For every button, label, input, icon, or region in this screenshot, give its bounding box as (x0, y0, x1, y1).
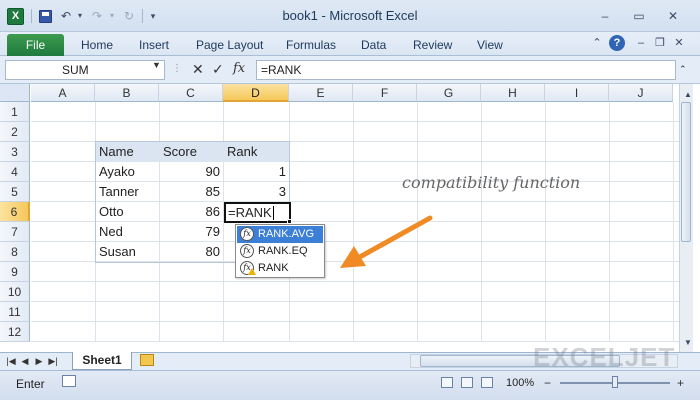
gridline (31, 301, 690, 302)
zoom-out-icon[interactable]: − (544, 376, 551, 390)
zoom-slider-thumb[interactable] (612, 376, 618, 388)
workbook-close-icon[interactable]: ✕ (672, 36, 686, 50)
gridline (31, 281, 690, 282)
column-header-e[interactable]: E (289, 84, 353, 102)
tab-view[interactable]: View (477, 38, 503, 52)
sheet-tab-sheet1[interactable]: Sheet1 (72, 352, 132, 370)
status-mode: Enter (16, 377, 45, 391)
autocomplete-label: RANK.AVG (258, 228, 315, 240)
close-icon[interactable]: ✕ (664, 8, 682, 24)
row-header-6[interactable]: 6 (0, 202, 30, 222)
row-header-1[interactable]: 1 (0, 102, 30, 122)
active-cell[interactable]: =RANK (224, 202, 291, 223)
function-icon: fx (240, 244, 254, 258)
zoom-level[interactable]: 100% (506, 377, 534, 389)
tab-data[interactable]: Data (361, 38, 386, 52)
cancel-icon[interactable]: ✕ (192, 60, 204, 78)
column-header-j[interactable]: J (609, 84, 673, 102)
tab-review[interactable]: Review (413, 38, 452, 52)
watermark-logo: EXCELJET (533, 342, 676, 372)
enter-check-icon[interactable]: ✓ (212, 60, 224, 78)
row-header-7[interactable]: 7 (0, 222, 30, 242)
column-header-g[interactable]: G (417, 84, 481, 102)
gridline (31, 321, 690, 322)
row-header-8[interactable]: 8 (0, 242, 30, 262)
formula-input[interactable]: =RANK (256, 60, 676, 80)
minimize-icon[interactable]: – (596, 8, 614, 24)
row-header-11[interactable]: 11 (0, 302, 30, 322)
last-sheet-icon[interactable]: ▶| (48, 354, 58, 368)
autocomplete-label: RANK (258, 262, 289, 274)
zoom-in-icon[interactable]: + (677, 376, 684, 390)
column-header-c[interactable]: C (159, 84, 223, 102)
insert-function-icon[interactable]: fx (233, 60, 245, 78)
vertical-scroll-thumb[interactable] (681, 102, 691, 242)
scroll-down-icon[interactable]: ▼ (681, 336, 695, 350)
annotation-arrow-icon (340, 215, 433, 268)
row-header-9[interactable]: 9 (0, 262, 30, 282)
gridline (545, 102, 546, 342)
tab-page-layout[interactable]: Page Layout (196, 38, 263, 52)
tab-insert[interactable]: Insert (139, 38, 169, 52)
first-sheet-icon[interactable]: |◀ (6, 354, 16, 368)
autocomplete-item-rank[interactable]: fx RANK (237, 260, 323, 277)
row-header-10[interactable]: 10 (0, 282, 30, 302)
insert-worksheet-icon[interactable] (140, 354, 154, 366)
tab-formulas[interactable]: Formulas (286, 38, 336, 52)
select-all-corner[interactable] (0, 84, 30, 102)
scroll-up-icon[interactable]: ▲ (681, 88, 695, 102)
cell-edit-text[interactable]: =RANK (226, 203, 275, 223)
window-title: book1 - Microsoft Excel (282, 8, 418, 23)
expand-formula-bar-icon[interactable]: ⌃ (679, 60, 687, 78)
autocomplete-label: RANK.EQ (258, 245, 308, 257)
workbook-restore-icon[interactable]: ❐ (653, 36, 667, 50)
row-header-2[interactable]: 2 (0, 122, 30, 142)
next-sheet-icon[interactable]: ▶ (34, 354, 44, 368)
workbook-minimize-icon[interactable]: – (634, 36, 648, 50)
column-header-a[interactable]: A (31, 84, 95, 102)
row-header-12[interactable]: 12 (0, 322, 30, 342)
row-header-5[interactable]: 5 (0, 182, 30, 202)
previous-sheet-icon[interactable]: ◀ (20, 354, 30, 368)
column-header-i[interactable]: I (545, 84, 609, 102)
minimize-ribbon-icon[interactable]: ⌃ (590, 36, 604, 50)
tab-file[interactable]: File (7, 34, 64, 56)
name-box[interactable]: SUM (5, 60, 165, 80)
help-icon[interactable]: ? (609, 35, 625, 51)
normal-view-icon[interactable] (441, 377, 453, 388)
name-box-dropdown-icon[interactable]: ▼ (152, 60, 161, 70)
autocomplete-item-rank-eq[interactable]: fx RANK.EQ (237, 243, 323, 260)
row-header-3[interactable]: 3 (0, 142, 30, 162)
gridline (31, 121, 690, 122)
function-icon: fx (240, 227, 254, 241)
row-header-4[interactable]: 4 (0, 162, 30, 182)
macro-record-icon[interactable] (62, 375, 76, 387)
page-break-view-icon[interactable] (481, 377, 493, 388)
compatibility-warning-icon (248, 268, 256, 275)
autocomplete-item-rank-avg[interactable]: fx RANK.AVG (237, 226, 323, 243)
annotation-text: compatibility function (402, 173, 581, 192)
page-layout-view-icon[interactable] (461, 377, 473, 388)
gridline (673, 102, 674, 342)
column-header-f[interactable]: F (353, 84, 417, 102)
formula-bar-grip-icon[interactable]: ⋮ (172, 60, 182, 78)
column-header-b[interactable]: B (95, 84, 159, 102)
text-cursor (273, 206, 274, 220)
gridline (609, 102, 610, 342)
tab-home[interactable]: Home (81, 38, 113, 52)
column-header-d[interactable]: D (223, 84, 289, 102)
gridline (481, 102, 482, 342)
function-autocomplete-list: fx RANK.AVG fx RANK.EQ fx RANK (235, 224, 325, 278)
maximize-icon[interactable]: ▭ (630, 8, 648, 24)
column-header-h[interactable]: H (481, 84, 545, 102)
status-bar (0, 370, 700, 400)
